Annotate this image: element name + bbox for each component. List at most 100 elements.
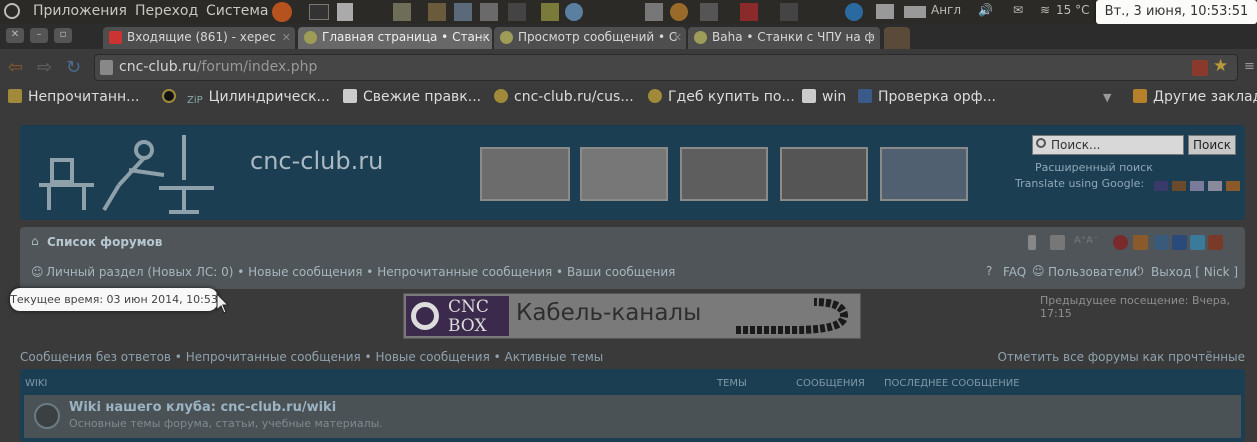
google-plus-icon[interactable] [1208,235,1223,250]
back-arrow-icon[interactable]: ⇦ [8,57,23,78]
gallery-thumbnail[interactable] [580,147,668,201]
quick-links[interactable]: Сообщения без ответов • Непрочитанные со… [20,350,603,364]
flag-de-icon[interactable] [1172,181,1186,191]
bookmark-item[interactable]: win [802,89,846,105]
advanced-search-link[interactable]: Расширенный поиск [1035,161,1153,174]
bookmark-item[interactable] [162,89,182,105]
youtube-icon[interactable] [1113,235,1128,250]
app-launcher-icon[interactable] [480,3,498,21]
app-launcher-icon[interactable] [645,3,663,21]
tab-main[interactable]: Главная страница • Станк ✕ [298,27,492,49]
address-bar[interactable]: cnc-club.ru/forum/index.php ★ [94,54,1238,81]
section-header[interactable]: WIKI [25,378,47,389]
bookmark-star-icon[interactable]: ★ [1213,56,1228,76]
tab-baha[interactable]: Baha • Станки с ЧПУ на ф ✕ [688,27,880,49]
close-tab-icon[interactable]: ✕ [282,27,291,48]
bookmarks-overflow-icon[interactable]: ▼ [1103,91,1111,104]
flag-fr-icon[interactable] [1208,181,1222,191]
bookmark-item[interactable]: Свежие правк... [343,89,481,105]
text-editor-icon[interactable] [337,3,353,21]
gallery-thumbnail[interactable] [880,147,968,201]
cable-chain-icon [736,298,849,334]
facebook-icon[interactable] [1172,235,1187,250]
bookmark-item[interactable]: ZiP Цилиндрическ... [187,89,330,109]
temperature[interactable]: 15 °C [1056,3,1089,17]
tab-posts[interactable]: Просмотр сообщений • С ✕ [494,27,686,49]
reload-icon[interactable]: ↻ [66,57,81,78]
mobile-icon[interactable] [1028,235,1036,250]
clock[interactable]: Вт., 3 июня, 10:53:51 [1096,0,1257,24]
flag-ru-icon[interactable] [1190,181,1204,191]
tab-bar: ✕ – ▫ Входящие (861) - херес ✕ Главная с… [0,24,1257,49]
forward-arrow-icon[interactable]: ⇨ [37,57,52,78]
faq-link[interactable]: FAQ [1003,265,1026,279]
menu-applications[interactable]: Приложения [33,3,127,19]
wrench-icon[interactable]: ≡ [1244,59,1255,74]
mark-read-link[interactable]: Отметить все форумы как прочтённые [997,350,1245,364]
app-launcher-icon[interactable] [393,3,411,21]
user-icon: ☺ [31,265,44,279]
keyboard-icon[interactable] [904,6,926,18]
printer-icon[interactable] [876,4,894,19]
font-size-icon[interactable]: A⁺A⁻ [1074,235,1104,250]
column-posts: СООБЩЕНИЯ [796,378,865,389]
site-title[interactable]: cnc-club.ru [250,147,383,175]
gallery-thumbnail[interactable] [480,147,570,201]
vk-icon[interactable] [1154,235,1169,250]
app-launcher-icon[interactable] [508,3,526,21]
column-topics: ТЕМЫ [717,378,747,389]
search-button[interactable]: Поиск [1188,135,1236,155]
gallery-thumbnail[interactable] [780,147,868,201]
flag-es-icon[interactable] [1226,181,1240,191]
app-launcher-icon[interactable] [428,3,446,21]
app-launcher-icon[interactable] [454,3,472,21]
menu-system[interactable]: Система [206,3,268,19]
extension-icon[interactable] [1192,60,1208,76]
tab-gmail[interactable]: Входящие (861) - херес ✕ [103,27,295,49]
bookmark-item[interactable]: cnc-club.ru/cus... [494,89,634,105]
app-launcher-icon[interactable] [740,3,758,21]
volume-icon[interactable]: 🔊 [978,3,993,17]
maximize-window-button[interactable]: ▫ [54,28,72,43]
blender-icon[interactable] [670,3,688,21]
close-tab-icon[interactable]: ✕ [479,27,488,48]
app-launcher-icon[interactable] [780,3,798,21]
minimize-window-button[interactable]: – [30,28,48,43]
close-window-button[interactable]: ✕ [6,28,24,43]
mail-icon[interactable]: ✉ [1013,3,1023,17]
terminal-icon[interactable] [309,4,329,20]
bookmark-item[interactable]: Гдеб купить по... [648,89,795,105]
logout-link[interactable]: Выход [ Nick ] [1151,265,1238,279]
close-tab-icon[interactable]: ✕ [867,27,876,48]
users-link[interactable]: Пользователи [1048,265,1137,279]
weather-icon[interactable]: ≋ [1040,3,1050,17]
keyboard-layout[interactable]: Англ [931,3,961,17]
ubuntu-icon[interactable] [4,3,20,19]
flag-uk-icon[interactable] [1154,181,1168,191]
forum-description: Основные темы форума, статьи, учебные ма… [69,417,383,430]
user-links[interactable]: Личный раздел (Новых ЛС: 0) • Новые сооб… [46,265,675,279]
forum-list-link[interactable]: Список форумов [47,235,162,249]
rss-icon[interactable] [1133,235,1148,250]
menu-places[interactable]: Переход [135,3,198,19]
search-placeholder: Поиск... [1051,138,1101,152]
forum-name-link[interactable]: Wiki нашего клуба: cnc-club.ru/wiki [69,400,336,415]
site-logo[interactable] [34,130,234,215]
other-bookmarks[interactable]: Другие заклад [1133,89,1257,105]
gallery-thumbnail[interactable] [680,147,768,201]
twitter-icon[interactable] [1190,235,1205,250]
app-launcher-icon[interactable] [541,3,559,21]
chrome-icon[interactable] [565,3,583,21]
image-icon[interactable] [1050,235,1065,250]
mouse-cursor-icon [216,293,230,314]
skype-icon[interactable] [845,3,863,21]
close-tab-icon[interactable]: ✕ [673,27,682,48]
ad-banner[interactable]: CNC BOX Кабель-каналы [403,293,861,339]
firefox-icon[interactable] [272,2,292,22]
new-tab-button[interactable] [884,27,910,49]
app-launcher-icon[interactable] [700,3,718,21]
bookmark-label: Цилиндрическ... [208,89,330,105]
bookmark-item[interactable]: Непрочитанн... [8,89,140,105]
bookmark-item[interactable]: Проверка орф... [858,89,996,105]
search-input[interactable]: Поиск... [1032,135,1184,155]
